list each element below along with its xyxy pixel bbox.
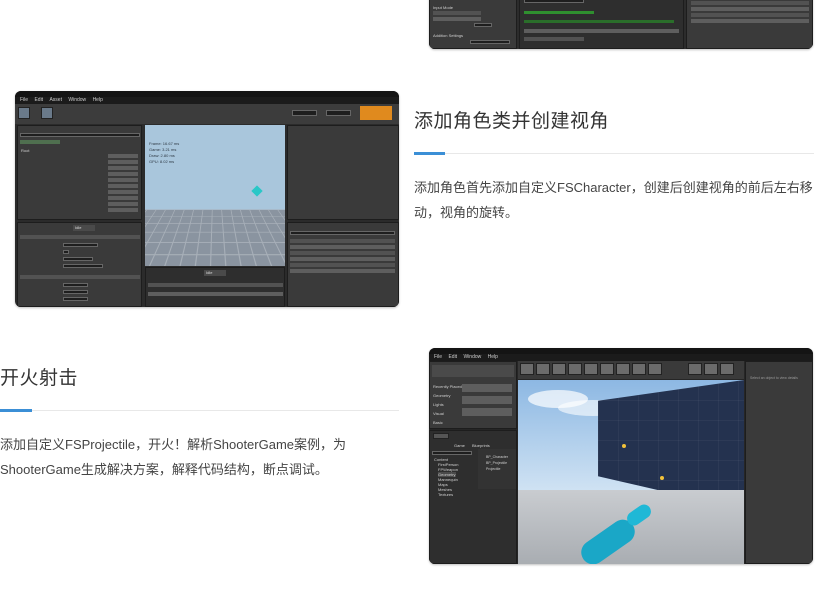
title-divider — [445, 153, 814, 154]
menu-window[interactable]: Window — [68, 97, 86, 103]
editor-screenshot-fire: File Edit Window Help Recently Placed Ge… — [429, 348, 813, 564]
menu-asset[interactable]: Asset — [49, 97, 62, 103]
menu-edit[interactable]: Edit — [34, 97, 43, 103]
section-title-character: 添加角色类并创建视角 — [414, 111, 610, 132]
outliner-panel — [686, 0, 813, 49]
asset-item[interactable]: BP_Character — [486, 455, 508, 459]
modes-panel: Recently Placed Geometry Lights Visual B… — [429, 361, 517, 429]
viewport-idle-tab[interactable]: Idle — [73, 225, 95, 231]
menu-bar: File Edit Asset Window Help — [15, 97, 399, 104]
level-toolbar — [518, 361, 744, 379]
content-button[interactable] — [552, 363, 566, 375]
asset-item[interactable]: Projectile — [486, 467, 500, 471]
blueprints-button[interactable] — [600, 363, 614, 375]
mode-button[interactable] — [360, 106, 392, 120]
asset-list-panel — [287, 222, 399, 307]
toolbar — [15, 104, 399, 124]
menu-file[interactable]: File — [20, 97, 28, 103]
section-description-character: 添加角色首先添加自定义FSCharacter，创建后创建视角的前后左右移 动，视… — [414, 180, 813, 220]
projectile-marker — [660, 476, 664, 480]
scene-idle-tab[interactable]: Idle — [204, 270, 226, 276]
details-panel: Idle — [17, 222, 142, 307]
content-tab-game[interactable]: Game — [454, 443, 465, 448]
title-accent-bar — [414, 152, 445, 155]
details-hint: Select an object to view details — [750, 376, 798, 380]
save-button[interactable] — [520, 363, 534, 375]
play-button[interactable] — [648, 363, 662, 375]
asset-item[interactable]: BP_Projectile — [486, 461, 507, 465]
title-divider — [32, 410, 399, 411]
editor-screenshot-top-partial: Input Mode Addition Settings — [429, 0, 813, 49]
modes-item[interactable]: Basic — [433, 420, 443, 425]
folder-item[interactable]: Textures — [438, 492, 453, 497]
new-asset-button[interactable] — [433, 433, 449, 439]
modes-item[interactable]: Geometry — [433, 393, 451, 398]
menu-file[interactable]: File — [434, 354, 442, 360]
save-button[interactable] — [41, 107, 53, 119]
menu-edit[interactable]: Edit — [448, 354, 457, 360]
modes-item[interactable]: Visual — [433, 411, 444, 416]
compile-button[interactable] — [18, 107, 30, 119]
eject-button[interactable] — [720, 363, 734, 375]
menu-help[interactable]: Help — [93, 97, 103, 103]
components-panel: Root — [17, 125, 142, 220]
graph-panel — [287, 125, 399, 220]
details-panel: Select an object to view details — [745, 361, 813, 564]
projectile-marker — [622, 444, 626, 448]
stop-button[interactable] — [704, 363, 718, 375]
viewport[interactable]: Frame: 16.67 ms Game: 3.21 ms Draw: 2.80… — [145, 125, 285, 266]
build-button[interactable] — [632, 363, 646, 375]
section-description-fire: 添加自定义FSProjectile，开火！解析ShooterGame案例，为 S… — [0, 437, 347, 477]
character-gizmo-icon — [251, 185, 263, 197]
title-accent-bar — [0, 409, 32, 412]
game-viewport[interactable] — [518, 380, 744, 564]
details-panel: Input Mode Addition Settings — [429, 0, 517, 49]
pause-button[interactable] — [688, 363, 702, 375]
menu-bar: File Edit Window Help — [429, 354, 813, 361]
menu-help[interactable]: Help — [488, 354, 498, 360]
modes-item[interactable]: Lights — [433, 402, 444, 407]
marketplace-button[interactable] — [568, 363, 582, 375]
modes-item[interactable]: Recently Placed — [433, 384, 462, 389]
graph-panel — [519, 0, 684, 49]
timeline-panel: Idle — [145, 267, 285, 307]
content-browser: Game Blueprints Content FirstPerson FPWe… — [429, 430, 517, 564]
asset-list: BP_Character BP_Projectile Projectile — [478, 449, 516, 489]
section-title-fire: 开火射击 — [0, 368, 79, 389]
menu-window[interactable]: Window — [463, 354, 481, 360]
source-button[interactable] — [536, 363, 550, 375]
settings-button[interactable] — [584, 363, 598, 375]
editor-screenshot-character: File Edit Asset Window Help Root Idle Fr… — [15, 91, 399, 307]
matinee-button[interactable] — [616, 363, 630, 375]
content-tab-blueprints[interactable]: Blueprints — [472, 443, 490, 448]
